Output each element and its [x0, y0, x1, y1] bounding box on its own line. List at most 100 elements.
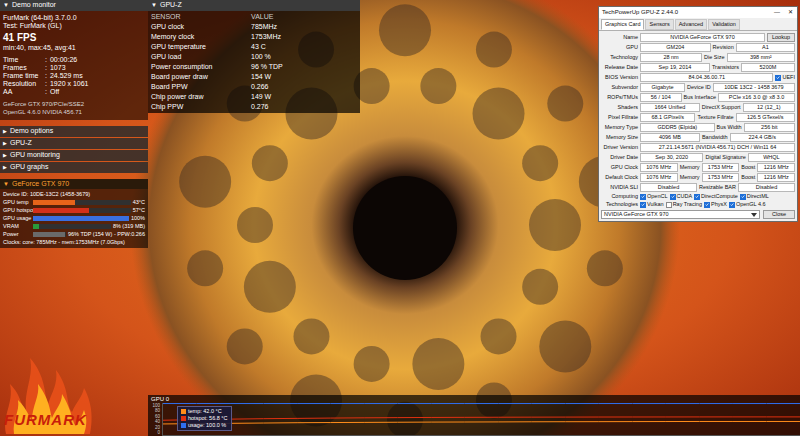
y-tick: 40 — [155, 419, 160, 424]
field-value[interactable]: 126.5 GTexel/s — [736, 113, 795, 122]
checkbox[interactable] — [740, 194, 746, 200]
close-button[interactable]: Close — [763, 210, 795, 219]
field-value[interactable]: GDDR5 (Elpida) — [640, 123, 715, 132]
expand-arrow: ▶ — [3, 152, 7, 160]
field-value[interactable]: 68.1 GPixel/s — [640, 113, 695, 122]
stat-row: Resolution:1920 x 1061 — [3, 80, 145, 88]
stat-separator: : — [45, 56, 50, 64]
panel-title: GPU-Z — [160, 0, 182, 11]
field-value[interactable]: 1076 MHz — [640, 173, 678, 182]
field-value[interactable]: Sep 30, 2020 — [640, 153, 703, 162]
legend-swatch — [181, 416, 186, 421]
checkbox[interactable] — [694, 194, 700, 200]
menu-item[interactable]: ▶GPU-Z — [0, 138, 148, 149]
field-value[interactable]: 10DE 13C2 - 1458 3679 — [713, 83, 795, 92]
window-control[interactable]: ✕ — [784, 9, 797, 16]
info-line: FurMark (64-bit) 3.7.0.0 — [3, 14, 145, 22]
meter-row: VRAM8% (319 MB) — [3, 223, 145, 230]
field-value[interactable]: 224.4 GB/s — [730, 133, 795, 142]
checkbox[interactable] — [640, 194, 646, 200]
menu-label: GPU monitoring — [10, 150, 60, 161]
menu-item[interactable]: ▶Demo options — [0, 126, 148, 137]
tab[interactable]: Advanced — [675, 19, 707, 30]
menu-item[interactable]: ▶GPU graphs — [0, 162, 148, 173]
gpu-card: ▼GeForce GTX 970Device ID: 10DE-13C2 (14… — [0, 179, 148, 248]
checkbox-option: Vulkan — [640, 201, 664, 208]
field-value[interactable]: 1076 MHz — [640, 163, 678, 172]
graph-title: GPU 0 — [148, 395, 800, 403]
series-line — [163, 417, 800, 420]
checkbox-label: OpenGL 4.6 — [736, 201, 766, 208]
checkbox[interactable] — [704, 202, 710, 208]
tab[interactable]: Graphics Card — [601, 19, 644, 30]
field-value[interactable]: A1 — [736, 43, 795, 52]
checkbox[interactable] — [729, 202, 735, 208]
graph-area: 100806040200temp: 42.0 °Chotspot: 56.8 °… — [148, 403, 800, 436]
field-value[interactable]: 1216 MHz — [757, 173, 795, 182]
checkbox-label: PhysX — [711, 201, 727, 208]
checkbox[interactable] — [666, 202, 672, 208]
y-tick: 80 — [155, 408, 160, 413]
meter-row: GPU usage100% — [3, 215, 145, 222]
window-control[interactable]: — — [770, 9, 784, 16]
gpuz-panel-header[interactable]: ▼GPU-Z — [148, 0, 360, 11]
sensor-name: Chip power draw — [151, 92, 251, 102]
demo-monitor-header[interactable]: ▼Demo monitor — [0, 0, 148, 11]
field-value[interactable]: Disabled — [640, 183, 697, 192]
collapse-arrow: ▼ — [3, 180, 9, 189]
field-value[interactable]: GM204 — [640, 43, 711, 52]
checkbox[interactable] — [775, 75, 781, 81]
field-value[interactable]: 56 / 104 — [640, 93, 682, 102]
collapse-arrow: ▼ — [3, 1, 9, 10]
field-label: Default Clock — [601, 174, 638, 181]
checkbox-label: DirectCompute — [701, 193, 738, 200]
field-value[interactable]: 1753 MHz — [702, 163, 740, 172]
field-value[interactable]: 12 (12_1) — [743, 103, 795, 112]
checkbox-option: DirectML — [740, 193, 769, 200]
field-value[interactable]: PCIe x16 3.0 @ x8 3.0 — [718, 93, 795, 102]
field-label: Revision — [713, 44, 734, 51]
window-controls: —✕ — [770, 9, 797, 16]
field-label: Memory — [680, 174, 700, 181]
field-value[interactable]: 1664 Unified — [640, 103, 700, 112]
clocks-line: Clocks: core: 785MHz - mem:1753MHz (7.0G… — [3, 239, 145, 246]
fur-patch — [412, 338, 464, 390]
field-value[interactable]: Gigabyte — [640, 83, 685, 92]
field-value[interactable]: 84.04.36.00.71 — [640, 73, 773, 82]
tab[interactable]: Sensors — [645, 19, 673, 30]
field-value[interactable]: 27.21.14.5671 (NVIDIA 456.71) DCH / Win1… — [640, 143, 795, 152]
meter-label: GPU usage — [3, 215, 31, 222]
field-value[interactable]: 398 mm² — [727, 53, 795, 62]
field-row: TechnologiesVulkanRay TracingPhysXOpenGL… — [601, 201, 795, 208]
field-value[interactable]: 256 bit — [744, 123, 795, 132]
device-select[interactable]: NVIDIA GeForce GTX 970 — [601, 210, 760, 219]
field-value[interactable]: Sep 19, 2014 — [640, 63, 710, 72]
column-header: VALUE — [251, 12, 273, 22]
checkbox[interactable] — [670, 194, 676, 200]
meter-fill — [33, 200, 75, 205]
field-value[interactable]: WHQL — [748, 153, 795, 162]
field-value[interactable]: 1216 MHz — [757, 163, 795, 172]
tab[interactable]: Validation — [708, 19, 740, 30]
lookup-button[interactable]: Lookup — [767, 33, 795, 42]
field-row: NVIDIA SLIDisabledResizable BARDisabled — [601, 183, 795, 192]
field-value[interactable]: NVIDIA GeForce GTX 970 — [640, 33, 765, 42]
graph-lines — [163, 403, 800, 435]
menu-item[interactable]: ▶GPU monitoring — [0, 150, 148, 161]
sensor-row: GPU load100 % — [151, 52, 357, 62]
field-value[interactable]: Disabled — [738, 183, 795, 192]
meter-reading: 8% (319 MB) — [113, 223, 145, 230]
checkbox-option: UEFI — [775, 74, 795, 81]
checkbox[interactable] — [640, 202, 646, 208]
meter-track — [33, 216, 129, 221]
checkbox-option: CUDA — [670, 193, 693, 200]
logo-text: FURMARK — [4, 412, 87, 428]
field-value[interactable]: 4096 MB — [640, 133, 700, 142]
field-value[interactable]: 28 nm — [640, 53, 702, 62]
fur-patch — [179, 156, 231, 208]
field-row: GPU Clock1076 MHzMemory1753 MHzBoost1216… — [601, 163, 795, 172]
field-value[interactable]: 5200M — [741, 63, 795, 72]
gpu-card-header[interactable]: ▼GeForce GTX 970 — [0, 179, 148, 189]
checkbox-label: CUDA — [677, 193, 693, 200]
field-value[interactable]: 1753 MHz — [702, 173, 740, 182]
